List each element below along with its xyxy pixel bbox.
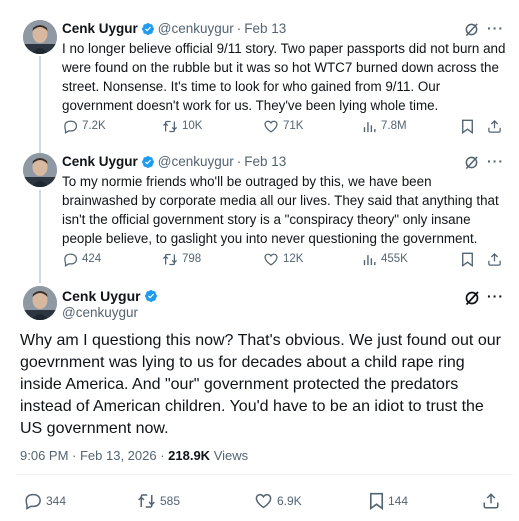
reply-button[interactable]: 424 xyxy=(63,252,101,267)
heart-icon xyxy=(255,493,272,509)
bookmark-icon xyxy=(462,252,473,267)
repost-icon xyxy=(162,120,178,132)
views-button[interactable]: 7.8M xyxy=(362,119,407,134)
reply-count: 344 xyxy=(46,494,67,508)
reply-count: 424 xyxy=(82,253,102,265)
verified-badge-icon xyxy=(141,22,155,36)
author-handle[interactable]: @cenkuygur xyxy=(158,154,234,169)
bookmark-button[interactable]: 144 xyxy=(369,492,408,510)
like-button[interactable]: 6.9K xyxy=(254,492,302,510)
more-options-icon[interactable]: ··· xyxy=(487,288,504,304)
bookmark-count: 144 xyxy=(388,494,409,508)
reply-count: 7.2K xyxy=(82,120,106,132)
views-icon xyxy=(363,121,376,132)
author-name[interactable]: Cenk Uygur xyxy=(62,21,138,36)
views-button[interactable]: 455K xyxy=(362,252,408,267)
author-handle[interactable]: @cenkuygur xyxy=(62,305,138,320)
reply-icon xyxy=(25,493,41,510)
tweet-actions: 424 798 12K 455K xyxy=(0,250,519,268)
avatar[interactable] xyxy=(23,286,57,320)
thread-line xyxy=(39,56,41,154)
tweet-meta: 9:06 PM · Feb 13, 2026 · 218.9K Views xyxy=(20,448,248,463)
repost-button[interactable]: 585 xyxy=(137,492,180,510)
like-button[interactable]: 71K xyxy=(263,119,303,134)
repost-button[interactable]: 10K xyxy=(162,119,202,134)
tweet-time[interactable]: Feb 13 xyxy=(244,154,286,169)
author-name[interactable]: Cenk Uygur xyxy=(62,154,138,169)
reply-icon xyxy=(64,253,78,267)
bookmark-button[interactable] xyxy=(461,252,474,267)
avatar[interactable] xyxy=(23,153,57,187)
thread-line xyxy=(39,190,41,283)
repost-count: 585 xyxy=(160,494,181,508)
heart-icon xyxy=(264,253,278,266)
reply-button[interactable]: 7.2K xyxy=(63,119,106,134)
share-button[interactable] xyxy=(487,252,502,267)
author-name[interactable]: Cenk Uygur xyxy=(62,288,141,304)
tweet-time[interactable]: Feb 13 xyxy=(244,21,286,36)
divider xyxy=(16,474,513,475)
share-icon xyxy=(488,119,501,133)
main-tweet-text: Why am I questiong this now? That's obvi… xyxy=(20,332,501,437)
views-total: 218.9K xyxy=(168,448,211,463)
views-count: 7.8M xyxy=(381,120,407,132)
verified-badge-icon xyxy=(144,289,158,303)
share-icon xyxy=(488,252,501,266)
reply-button[interactable]: 344 xyxy=(24,492,66,510)
views-icon xyxy=(363,254,376,265)
bookmark-button[interactable] xyxy=(461,119,474,134)
bookmark-icon xyxy=(462,119,473,134)
separator-dot: · xyxy=(236,21,242,36)
repost-button[interactable]: 798 xyxy=(162,252,201,267)
main-tweet-actions: 344 585 6.9K 144 xyxy=(0,492,519,510)
tweet-text: To my normie friends who'll be outraged … xyxy=(62,174,499,246)
views-count: 455K xyxy=(381,253,408,265)
share-icon xyxy=(483,493,499,509)
author-handle[interactable]: @cenkuygur xyxy=(158,21,234,36)
share-button[interactable] xyxy=(482,492,500,510)
tweet-header: Cenk Uygur @cenkuygur · Feb 13 xyxy=(62,21,286,36)
tweet-text: I no longer believe official 9/11 story.… xyxy=(62,41,506,113)
main-author: Cenk Uygur xyxy=(62,288,161,304)
share-button[interactable] xyxy=(487,119,502,134)
avatar[interactable] xyxy=(23,20,57,54)
tweet-header: Cenk Uygur @cenkuygur · Feb 13 xyxy=(62,154,286,169)
repost-icon xyxy=(162,253,178,265)
like-count: 12K xyxy=(283,253,304,265)
more-options-icon[interactable]: ··· xyxy=(487,153,504,169)
tweet-timestamp[interactable]: 9:06 PM · Feb 13, 2026 · xyxy=(20,448,168,463)
grok-icon[interactable] xyxy=(464,290,480,311)
views-label: Views xyxy=(213,448,249,463)
verified-badge-icon xyxy=(141,155,155,169)
like-button[interactable]: 12K xyxy=(263,252,303,267)
repost-count: 10K xyxy=(182,120,203,132)
more-options-icon[interactable]: ··· xyxy=(487,20,504,36)
tweet-actions: 7.2K 10K 71K 7.8M xyxy=(0,117,519,135)
like-count: 6.9K xyxy=(277,494,302,508)
repost-icon xyxy=(138,494,155,508)
reply-icon xyxy=(64,120,78,134)
bookmark-icon xyxy=(369,492,384,510)
like-count: 71K xyxy=(283,120,304,132)
repost-count: 798 xyxy=(182,253,202,265)
heart-icon xyxy=(264,120,278,133)
separator-dot: · xyxy=(236,154,242,169)
